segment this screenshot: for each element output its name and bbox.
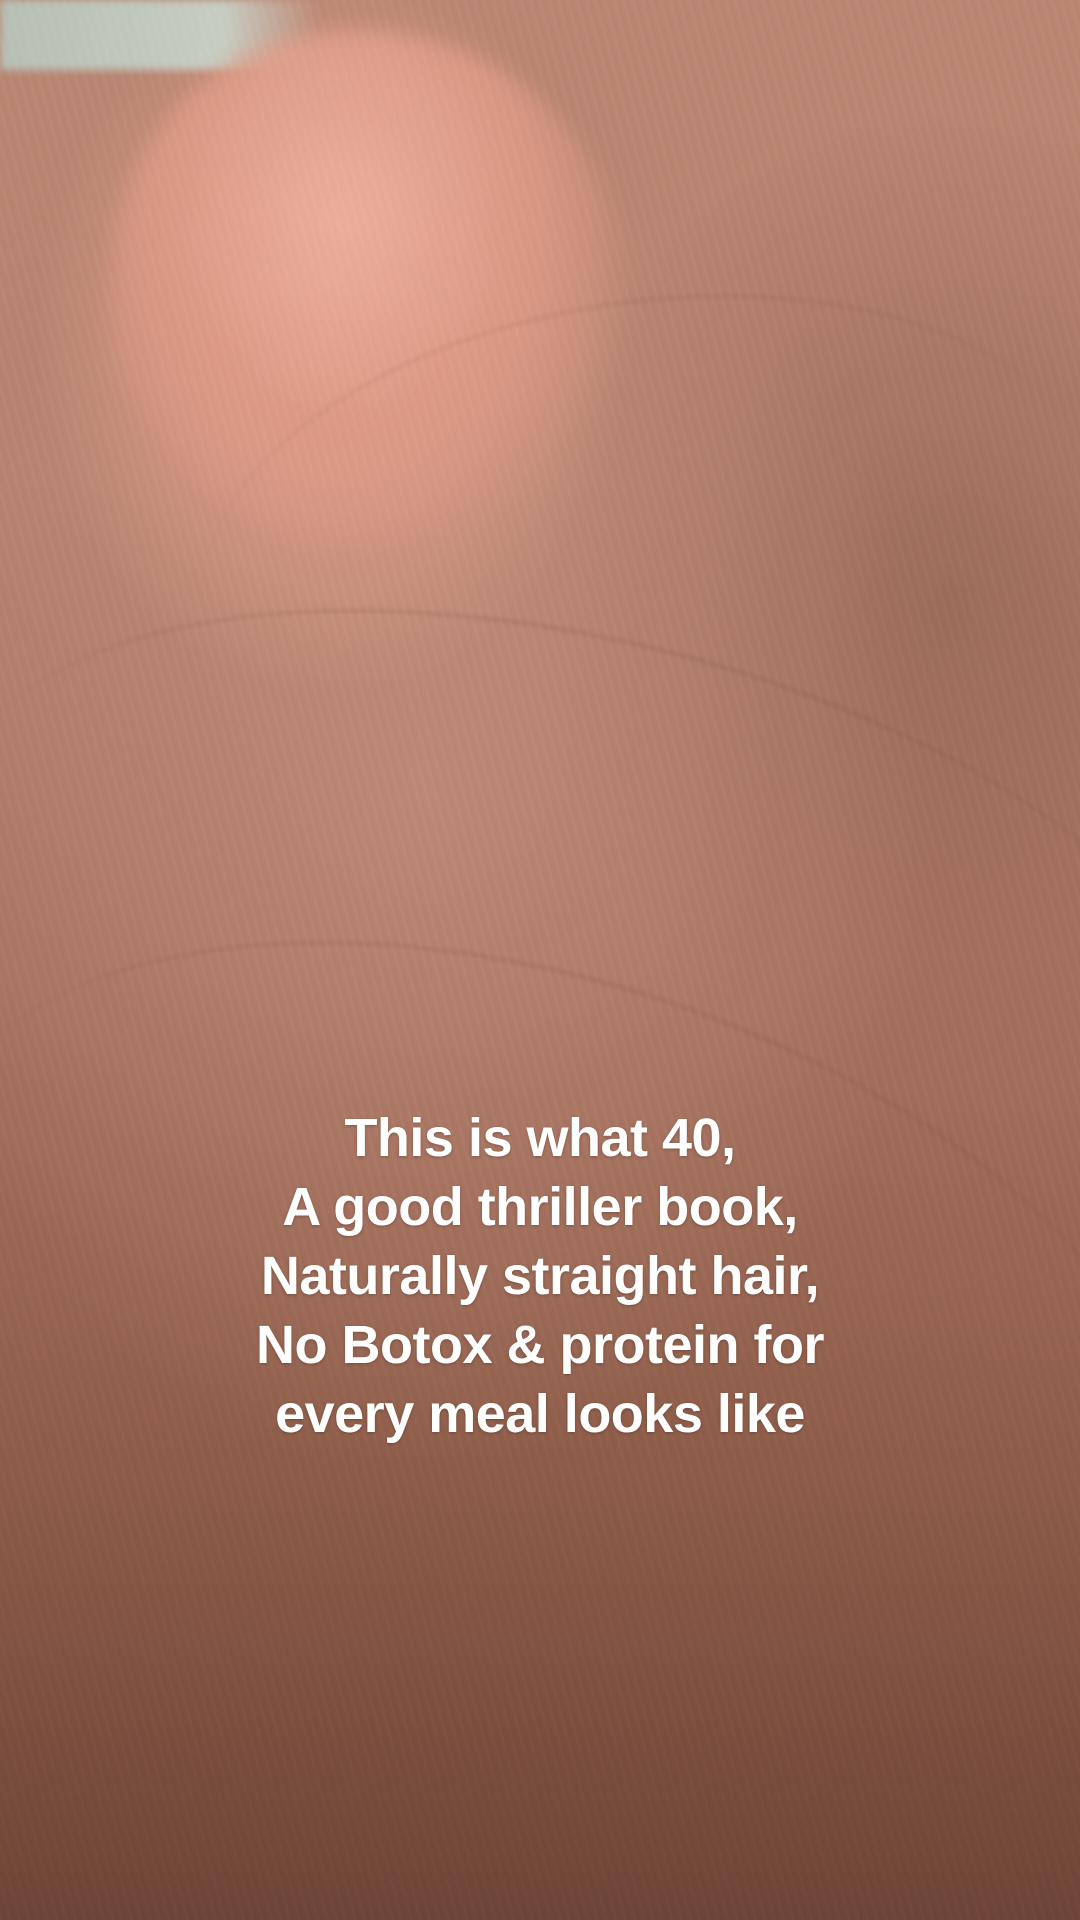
video-frame: This is what 40, A good thriller book, N… bbox=[0, 0, 1080, 1920]
caption-line: This is what 40, bbox=[344, 1108, 736, 1168]
skin-texture bbox=[0, 0, 1080, 1920]
caption-line: A good thriller book, bbox=[282, 1177, 798, 1237]
caption-line: every meal looks like bbox=[275, 1384, 805, 1444]
caption-line: Naturally straight hair, bbox=[260, 1246, 820, 1306]
video-caption: This is what 40, A good thriller book, N… bbox=[140, 1104, 940, 1449]
caption-line: No Botox & protein for bbox=[256, 1315, 824, 1375]
